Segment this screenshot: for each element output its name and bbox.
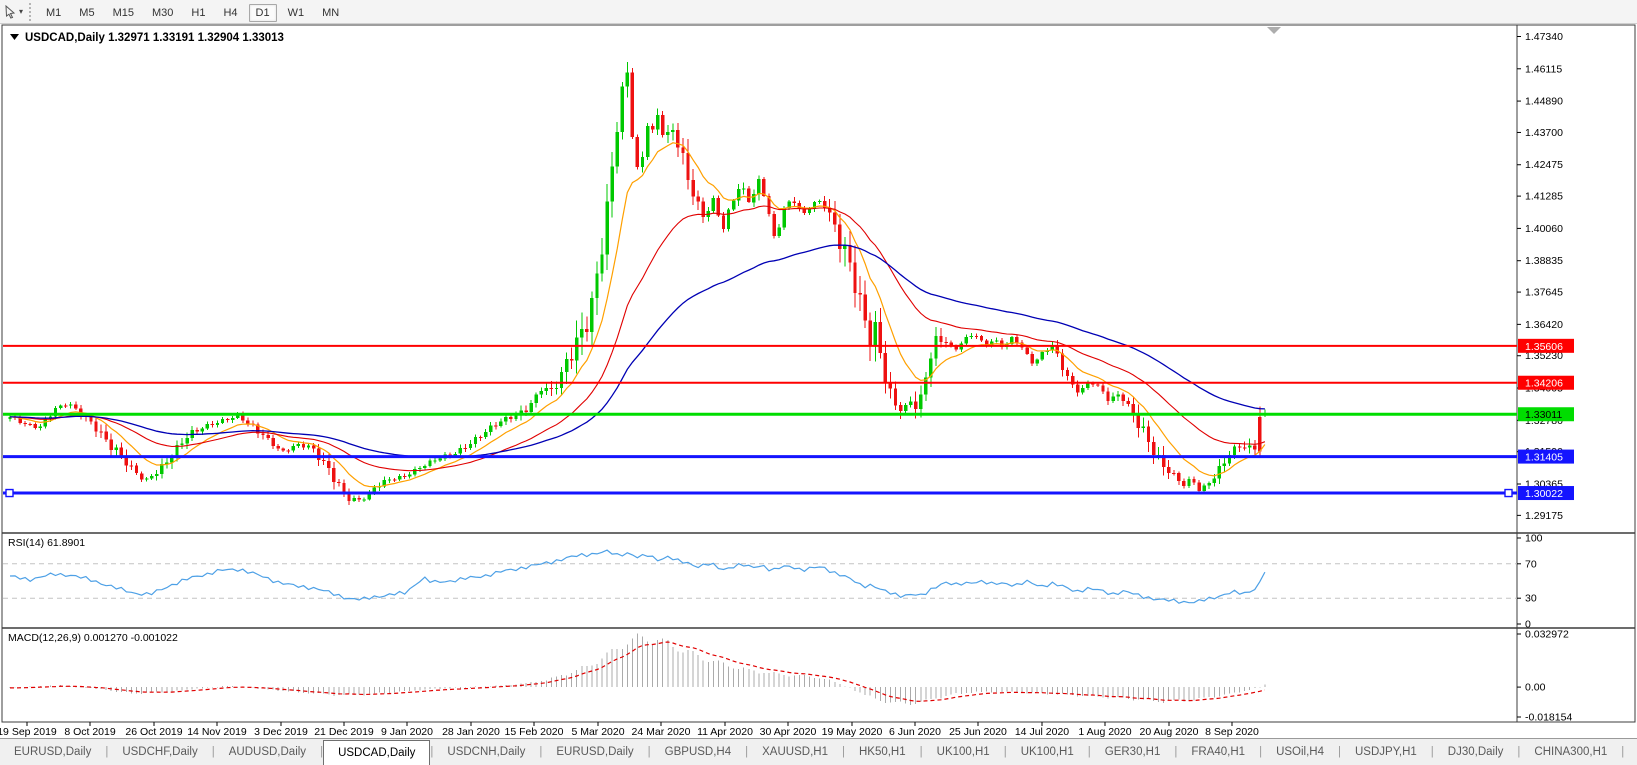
timeframe-button-h1[interactable]: H1 — [184, 4, 212, 22]
chevron-down-icon[interactable]: ▾ — [19, 7, 23, 16]
price-line-label-text: 1.34206 — [1525, 378, 1563, 390]
date-tick-label: 14 Jul 2020 — [1015, 726, 1069, 738]
rsi-label: RSI(14) 61.8901 — [8, 537, 85, 549]
price-tick-label: 1.36420 — [1525, 319, 1563, 331]
timeframe-button-mn[interactable]: MN — [315, 4, 346, 22]
price-tick-label: 1.44890 — [1525, 96, 1563, 108]
chart-tab-audusd-daily[interactable]: AUDUSD,Daily — [215, 739, 320, 765]
chart-title: USDCAD,Daily 1.32971 1.33191 1.32904 1.3… — [25, 32, 284, 44]
cursor-tool-icon[interactable] — [2, 4, 18, 20]
cursor-tool-glyph — [3, 5, 17, 19]
date-tick-label: 30 Apr 2020 — [760, 726, 817, 738]
date-tick-label: 15 Feb 2020 — [505, 726, 564, 738]
timeframe-button-m5[interactable]: M5 — [72, 4, 101, 22]
timeframe-button-w1[interactable]: W1 — [281, 4, 312, 22]
date-tick-label: 9 Jan 2020 — [381, 726, 433, 738]
macd-tick-label: -0.018154 — [1525, 712, 1572, 724]
date-tick-label: 6 Jun 2020 — [889, 726, 941, 738]
timeframe-button-h4[interactable]: H4 — [216, 4, 244, 22]
price-tick-label: 1.37645 — [1525, 287, 1563, 299]
chart-area[interactable]: 1.47340 1.46115 1.44890 1.43700 1.42475 1.412… — [0, 24, 1637, 738]
chart-tab-usoil-h1[interactable]: USOil,H1 — [1624, 739, 1637, 765]
chart-tab-fra40-h1[interactable]: FRA40,H1 — [1177, 739, 1259, 765]
line-handle[interactable] — [1505, 490, 1512, 497]
line-handle[interactable] — [6, 490, 13, 497]
chart-tab-hk50-h1[interactable]: HK50,H1 — [845, 739, 920, 765]
macd-label: MACD(12,26,9) 0.001270 -0.001022 — [8, 632, 178, 644]
date-tick-label: 26 Oct 2019 — [125, 726, 182, 738]
date-tick-label: 24 Mar 2020 — [632, 726, 691, 738]
date-tick-label: 3 Dec 2019 — [254, 726, 308, 738]
chart-tab-uk100-h1[interactable]: UK100,H1 — [1007, 739, 1088, 765]
price-tick-label: 1.29175 — [1525, 510, 1563, 522]
date-tick-label: 5 Mar 2020 — [571, 726, 624, 738]
date-tick-label: 20 Aug 2020 — [1140, 726, 1199, 738]
date-tick-label: 11 Apr 2020 — [697, 726, 753, 738]
chart-tab-dj30-daily[interactable]: DJ30,Daily — [1434, 739, 1518, 765]
rsi-tick-label: 70 — [1525, 558, 1537, 570]
chart-tab-usoil-h4[interactable]: USOil,H4 — [1262, 739, 1338, 765]
chart-tab-eurusd-daily[interactable]: EURUSD,Daily — [542, 739, 647, 765]
macd-tick-label: 0.00 — [1525, 682, 1546, 694]
rsi-tick-label: 100 — [1525, 533, 1543, 545]
timeframe-button-group: M1M5 M15M30H1H4 D1W1MN — [37, 3, 348, 21]
chart-tab-usdcnh-daily[interactable]: USDCNH,Daily — [433, 739, 539, 765]
price-tick-label: 1.47340 — [1525, 31, 1563, 43]
toolbar-grip[interactable] — [29, 3, 31, 21]
price-line-label-text: 1.30022 — [1525, 488, 1563, 500]
date-tick-label: 25 Jun 2020 — [949, 726, 1007, 738]
macd-tick-label: 0.032972 — [1525, 629, 1569, 641]
date-tick-label: 21 Dec 2019 — [314, 726, 374, 738]
chart-tab-usdjpy-h1[interactable]: USDJPY,H1 — [1341, 739, 1431, 765]
top-toolbar: ▾ M1M5 M15M30H1H4 D1W1MN — [0, 0, 1637, 24]
price-tick-label: 1.41285 — [1525, 191, 1563, 203]
price-tick-label: 1.46115 — [1525, 63, 1562, 75]
price-tick-label: 1.38835 — [1525, 255, 1563, 267]
price-line-label-text: 1.35606 — [1525, 341, 1563, 353]
date-tick-label: 8 Sep 2020 — [1205, 726, 1259, 738]
date-tick-label: 19 May 2020 — [822, 726, 883, 738]
price-line-label-text: 1.31405 — [1525, 452, 1563, 464]
chart-tab-eurusd-daily[interactable]: EURUSD,Daily — [0, 739, 105, 765]
rsi-tick-label: 30 — [1525, 593, 1537, 605]
timeframe-button-d1[interactable]: D1 — [249, 4, 277, 22]
chart-tab-china300-h1[interactable]: CHINA300,H1 — [1520, 739, 1621, 765]
chart-tab-usdcad-daily[interactable]: USDCAD,Daily — [323, 740, 430, 765]
tab-list: EURUSD,Daily|USDCHF,Daily|AUDUSD,Daily|U… — [0, 739, 1637, 765]
date-tick-label: 28 Jan 2020 — [442, 726, 500, 738]
timeframe-button-m15[interactable]: M15 — [106, 4, 141, 22]
chart-tab-gbpusd-h4[interactable]: GBPUSD,H4 — [651, 739, 745, 765]
timeframe-button-m30[interactable]: M30 — [145, 4, 180, 22]
date-tick-label: 1 Aug 2020 — [1078, 726, 1131, 738]
date-tick-label: 19 Sep 2019 — [0, 726, 57, 738]
date-tick-label: 14 Nov 2019 — [187, 726, 247, 738]
chart-window-frame — [2, 25, 1635, 722]
date-tick-label: 8 Oct 2019 — [64, 726, 116, 738]
chart-tab-usdchf-daily[interactable]: USDCHF,Daily — [108, 739, 211, 765]
timeframe-button-m1[interactable]: M1 — [39, 4, 68, 22]
price-tick-label: 1.40060 — [1525, 223, 1563, 235]
mt4-window: { "toolbar": { "cursor_tool_icon": "curs… — [0, 0, 1637, 765]
chart-tab-uk100-h1[interactable]: UK100,H1 — [923, 739, 1004, 765]
chart-tab-bar: EURUSD,Daily|USDCHF,Daily|AUDUSD,Daily|U… — [0, 738, 1637, 765]
price-line-label-text: 1.33011 — [1525, 409, 1562, 421]
price-tick-label: 1.42475 — [1525, 159, 1563, 171]
chart-tab-ger30-h1[interactable]: GER30,H1 — [1091, 739, 1175, 765]
chart-tab-xauusd-h1[interactable]: XAUUSD,H1 — [748, 739, 842, 765]
price-tick-label: 1.43700 — [1525, 127, 1563, 139]
